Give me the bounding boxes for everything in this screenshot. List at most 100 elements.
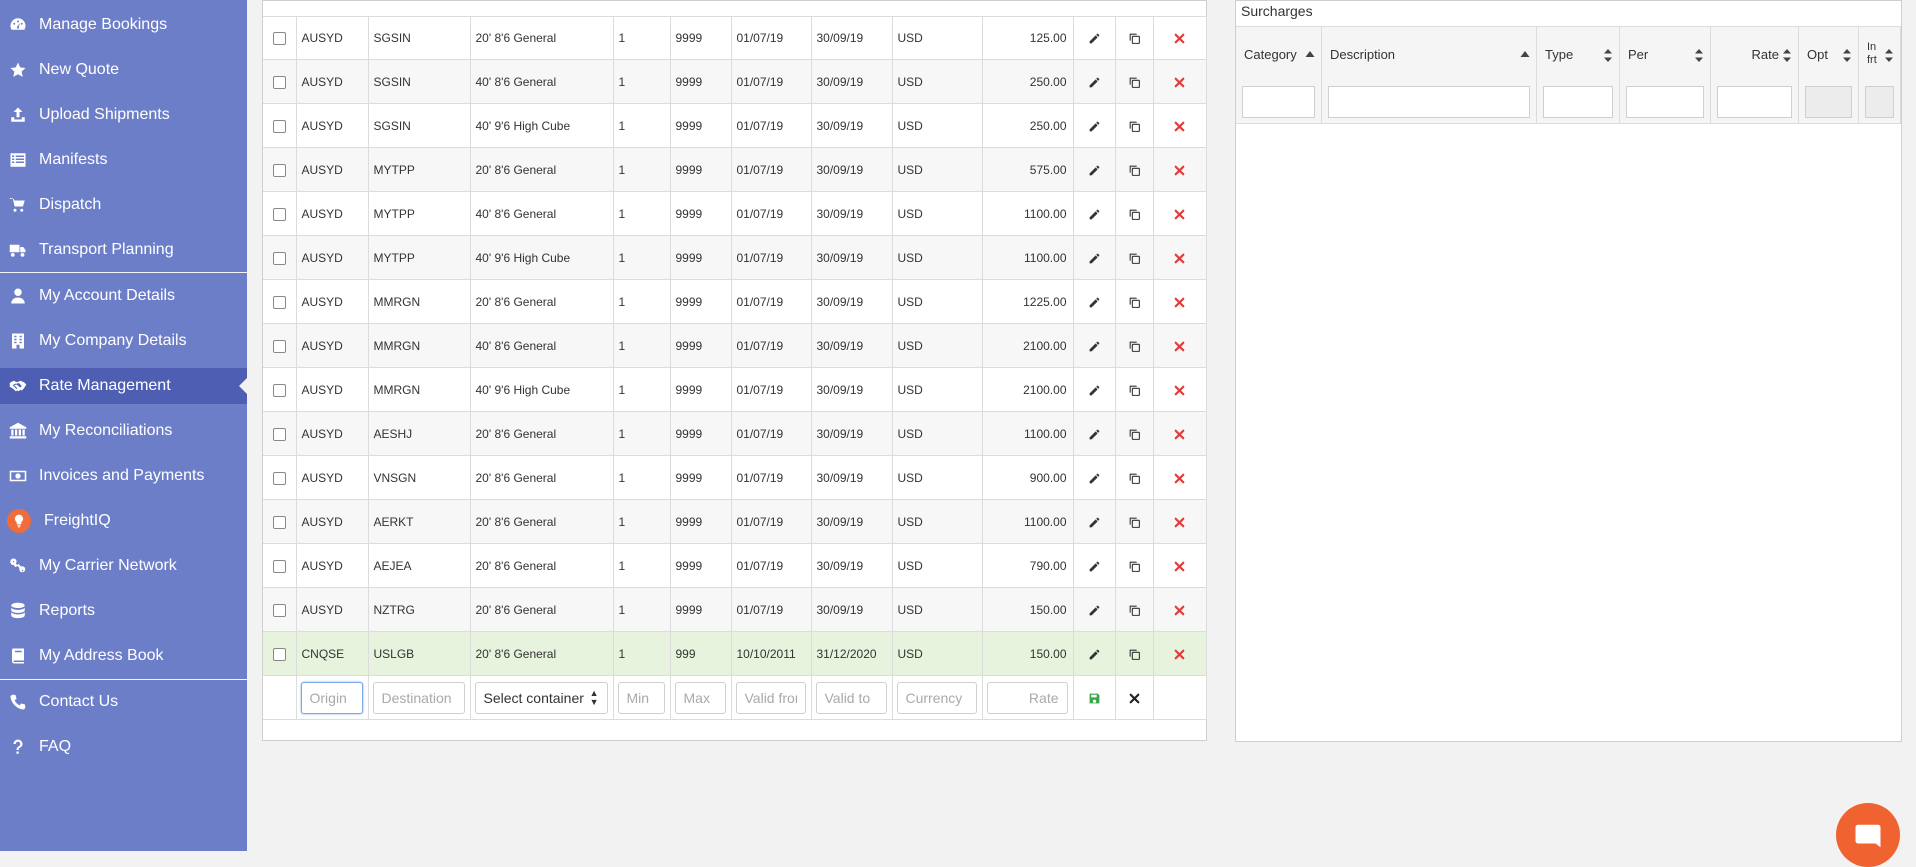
- delete-x-icon[interactable]: [1173, 514, 1186, 528]
- table-row[interactable]: CNQSE USLGB 20' 8'6 General 1 999 10/10/2011 3…: [263, 631, 1207, 676]
- row-checkbox[interactable]: [272, 339, 286, 353]
- copy-icon[interactable]: [1128, 558, 1141, 572]
- container-select[interactable]: Select container ▲ ▼: [474, 681, 608, 714]
- sidebar-item-new-quote[interactable]: New Quote: [0, 52, 247, 88]
- table-row[interactable]: AUSYD SGSIN 20' 8'6 General 1 9999 01/07/19 30…: [263, 16, 1207, 60]
- edit-pencil-icon[interactable]: [1088, 162, 1101, 176]
- edit-pencil-icon[interactable]: [1088, 250, 1101, 264]
- table-row[interactable]: AUSYD MMRGN 20' 8'6 General 1 9999 01/07/19 30…: [263, 279, 1207, 324]
- sidebar-item-faq[interactable]: FAQ: [0, 729, 247, 765]
- edit-pencil-icon[interactable]: [1088, 118, 1101, 132]
- delete-x-icon[interactable]: [1173, 294, 1186, 308]
- delete-x-icon[interactable]: [1173, 470, 1186, 484]
- row-checkbox[interactable]: [272, 383, 286, 397]
- surcharge-col-header[interactable]: Category: [1244, 27, 1315, 81]
- copy-icon[interactable]: [1128, 206, 1141, 220]
- table-row[interactable]: AUSYD AEJEA 20' 8'6 General 1 9999 01/07/19 30…: [263, 543, 1207, 588]
- sidebar-item-my-reconciliations[interactable]: My Reconciliations: [0, 413, 247, 449]
- valid-to-input[interactable]: [815, 681, 887, 714]
- table-row[interactable]: AUSYD AESHJ 20' 8'6 General 1 9999 01/07/19 30…: [263, 411, 1207, 456]
- row-checkbox[interactable]: [272, 119, 286, 133]
- delete-x-icon[interactable]: [1173, 30, 1186, 44]
- row-checkbox[interactable]: [272, 427, 286, 441]
- delete-x-icon[interactable]: [1173, 206, 1186, 220]
- max-input[interactable]: [674, 681, 726, 714]
- table-row[interactable]: AUSYD MMRGN 40' 8'6 General 1 9999 01/07/19 30…: [263, 323, 1207, 368]
- delete-x-icon[interactable]: [1173, 558, 1186, 572]
- sidebar-item-my-carrier-network[interactable]: My Carrier Network: [0, 548, 247, 584]
- sidebar-item-my-address-book[interactable]: My Address Book: [0, 638, 247, 674]
- sidebar-item-reports[interactable]: Reports: [0, 593, 247, 629]
- valid-from-input[interactable]: [735, 681, 806, 714]
- sidebar-item-invoices-and-payments[interactable]: Invoices and Payments: [0, 458, 247, 494]
- surcharge-col-header[interactable]: Opt: [1807, 27, 1852, 81]
- copy-icon[interactable]: [1128, 646, 1141, 660]
- delete-x-icon[interactable]: [1173, 646, 1186, 660]
- sidebar-item-freightiq[interactable]: FreightIQ: [0, 503, 247, 539]
- copy-icon[interactable]: [1128, 74, 1141, 88]
- table-row[interactable]: AUSYD VNSGN 20' 8'6 General 1 9999 01/07/19 30…: [263, 455, 1207, 500]
- surcharge-filter-input[interactable]: [1328, 86, 1530, 118]
- sidebar-item-rate-management[interactable]: Rate Management: [0, 368, 247, 404]
- rate-input[interactable]: [986, 681, 1068, 714]
- sidebar-item-manage-bookings[interactable]: Manage Bookings: [0, 7, 247, 43]
- cancel-x-icon[interactable]: [1128, 690, 1141, 704]
- row-checkbox[interactable]: [272, 647, 286, 661]
- row-checkbox[interactable]: [272, 75, 286, 89]
- row-checkbox[interactable]: [272, 31, 286, 45]
- row-checkbox[interactable]: [272, 163, 286, 177]
- row-checkbox[interactable]: [272, 471, 286, 485]
- sidebar-item-manifests[interactable]: Manifests: [0, 142, 247, 178]
- chat-launcher-button[interactable]: [1836, 803, 1900, 867]
- sort-icon[interactable]: [1782, 46, 1792, 62]
- surcharge-col-header[interactable]: Rate: [1719, 27, 1792, 81]
- copy-icon[interactable]: [1128, 382, 1141, 396]
- table-row[interactable]: AUSYD SGSIN 40' 9'6 High Cube 1 9999 01/07/19…: [263, 103, 1207, 148]
- surcharge-col-header[interactable]: Type: [1545, 27, 1613, 81]
- surcharge-col-header[interactable]: Per: [1628, 27, 1704, 81]
- surcharge-filter-input[interactable]: [1717, 86, 1792, 118]
- sidebar-item-dispatch[interactable]: Dispatch: [0, 187, 247, 223]
- edit-pencil-icon[interactable]: [1088, 338, 1101, 352]
- sidebar-item-upload-shipments[interactable]: Upload Shipments: [0, 97, 247, 133]
- edit-pencil-icon[interactable]: [1088, 74, 1101, 88]
- delete-x-icon[interactable]: [1173, 382, 1186, 396]
- copy-icon[interactable]: [1128, 470, 1141, 484]
- surcharge-filter-input[interactable]: [1543, 86, 1613, 118]
- surcharge-filter-input[interactable]: [1242, 86, 1315, 118]
- delete-x-icon[interactable]: [1173, 74, 1186, 88]
- destination-input[interactable]: [372, 681, 465, 714]
- table-row[interactable]: AUSYD MYTPP 40' 8'6 General 1 9999 01/07/19 30…: [263, 191, 1207, 236]
- currency-input[interactable]: [896, 681, 977, 714]
- table-row[interactable]: AUSYD MYTPP 20' 8'6 General 1 9999 01/07/19 30…: [263, 147, 1207, 192]
- table-row[interactable]: AUSYD MYTPP 40' 9'6 High Cube 1 9999 01/07/19…: [263, 235, 1207, 280]
- sort-icon[interactable]: [1842, 46, 1852, 62]
- row-checkbox[interactable]: [272, 515, 286, 529]
- surcharge-filter-input[interactable]: [1626, 86, 1704, 118]
- copy-icon[interactable]: [1128, 602, 1141, 616]
- copy-icon[interactable]: [1128, 426, 1141, 440]
- copy-icon[interactable]: [1128, 162, 1141, 176]
- edit-pencil-icon[interactable]: [1088, 30, 1101, 44]
- copy-icon[interactable]: [1128, 118, 1141, 132]
- sidebar-item-my-account-details[interactable]: My Account Details: [0, 278, 247, 314]
- delete-x-icon[interactable]: [1173, 338, 1186, 352]
- table-row[interactable]: AUSYD SGSIN 40' 8'6 General 1 9999 01/07/19 30…: [263, 59, 1207, 104]
- table-row[interactable]: AUSYD NZTRG 20' 8'6 General 1 9999 01/07/19 30…: [263, 587, 1207, 632]
- row-checkbox[interactable]: [272, 207, 286, 221]
- delete-x-icon[interactable]: [1173, 426, 1186, 440]
- sidebar-item-transport-planning[interactable]: Transport Planning: [0, 232, 247, 268]
- edit-pencil-icon[interactable]: [1088, 470, 1101, 484]
- origin-input[interactable]: [300, 681, 363, 714]
- sidebar-item-contact-us[interactable]: Contact Us: [0, 684, 247, 720]
- table-row[interactable]: AUSYD MMRGN 40' 9'6 High Cube 1 9999 01/07/19…: [263, 367, 1207, 412]
- save-floppy-icon[interactable]: [1088, 690, 1101, 704]
- sort-icon[interactable]: [1694, 46, 1704, 62]
- delete-x-icon[interactable]: [1173, 162, 1186, 176]
- edit-pencil-icon[interactable]: [1088, 558, 1101, 572]
- edit-pencil-icon[interactable]: [1088, 294, 1101, 308]
- delete-x-icon[interactable]: [1173, 602, 1186, 616]
- copy-icon[interactable]: [1128, 514, 1141, 528]
- edit-pencil-icon[interactable]: [1088, 514, 1101, 528]
- sort-icon[interactable]: [1520, 46, 1530, 61]
